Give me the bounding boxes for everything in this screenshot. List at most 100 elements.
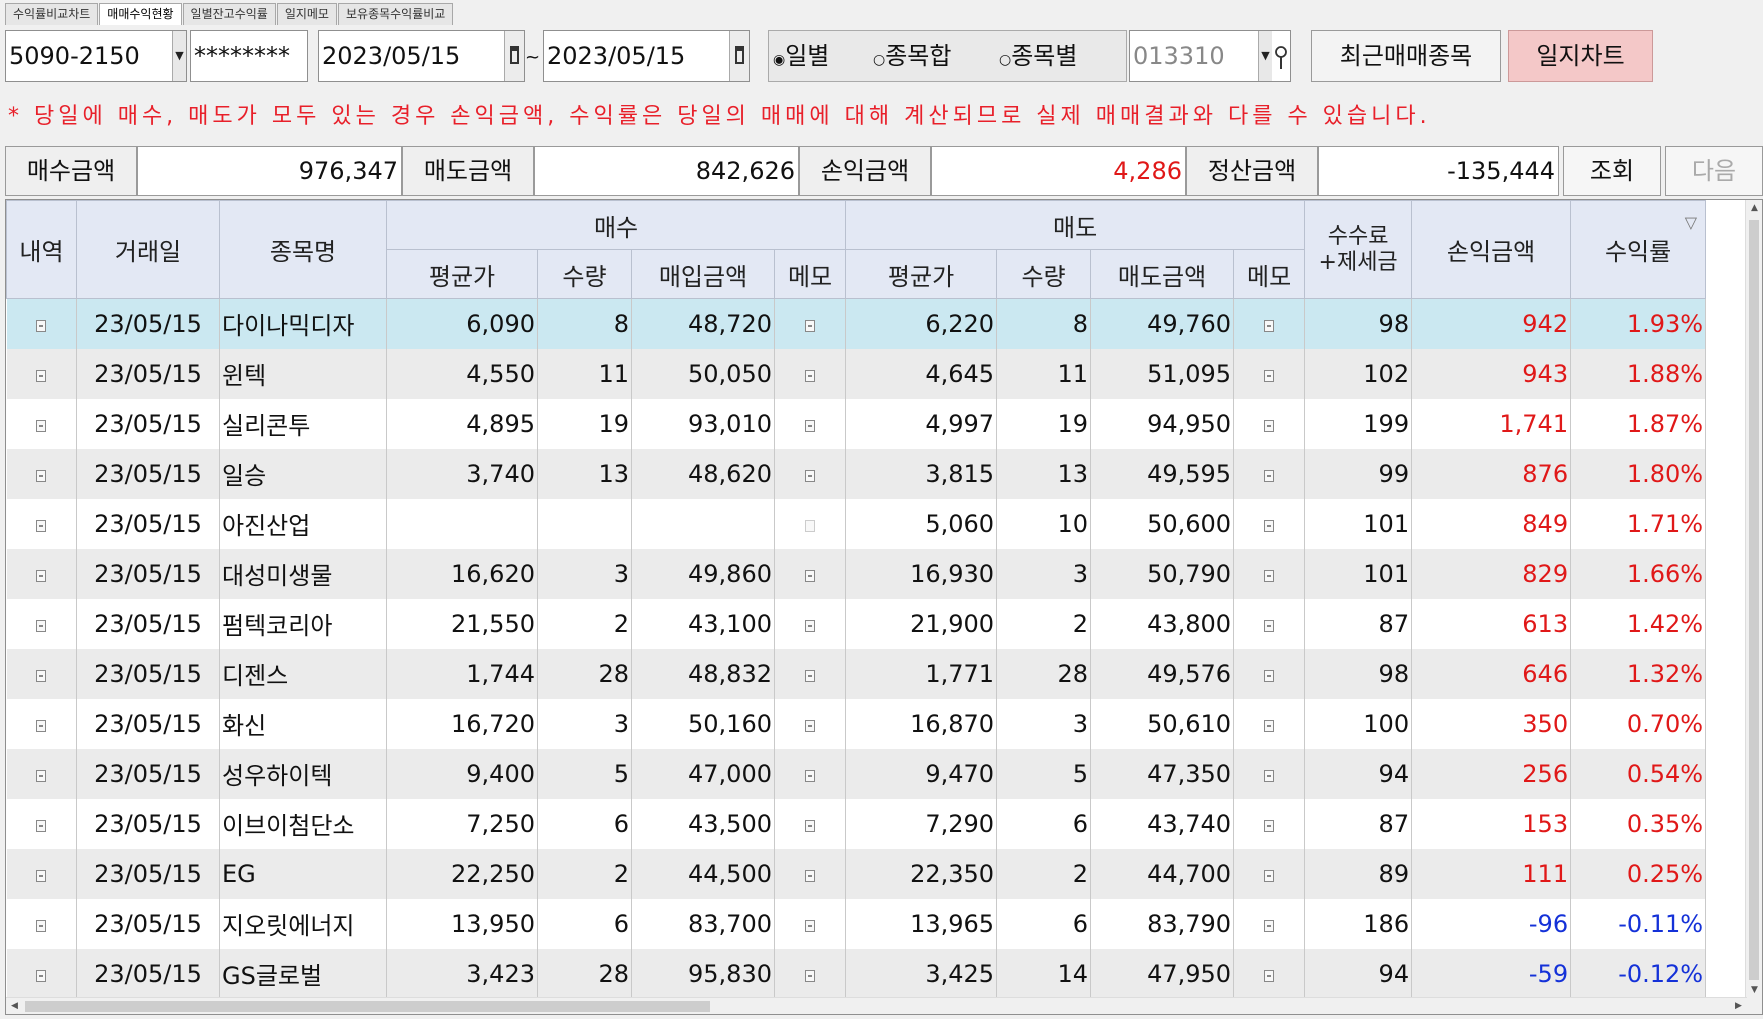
sell-memo-cell[interactable] [1233, 348, 1306, 399]
sell-memo-cell[interactable] [1233, 598, 1306, 649]
radio-by-stock[interactable]: ○종목별 [999, 31, 1077, 85]
detail-doc-cell[interactable] [6, 548, 77, 599]
sell-memo-cell[interactable] [1233, 848, 1306, 899]
sell-memo-icon[interactable] [1264, 319, 1275, 332]
detail-doc-icon[interactable] [36, 419, 47, 432]
buy-memo-icon[interactable] [805, 369, 816, 382]
buy-memo-icon[interactable] [805, 319, 816, 332]
buy-memo-icon[interactable] [805, 619, 816, 632]
detail-doc-cell[interactable] [6, 898, 77, 949]
sell-memo-cell[interactable] [1233, 298, 1306, 349]
buy-memo-cell[interactable] [774, 298, 847, 349]
col-header-pnl[interactable]: 손익금액 [1411, 200, 1572, 299]
sell-memo-icon[interactable] [1264, 669, 1275, 682]
col-header-name[interactable]: 종목명 [219, 200, 387, 299]
buy-memo-icon[interactable] [805, 669, 816, 682]
sell-memo-icon[interactable] [1264, 819, 1275, 832]
calendar-icon[interactable] [729, 31, 749, 81]
table-row[interactable]: 23/05/15 다이나믹디자 6,090 8 48,720 6,220 8 49,760 98… [6, 298, 1707, 349]
detail-doc-cell[interactable] [6, 448, 77, 499]
tab-trade-profit-status[interactable]: 매매수익현황 [99, 3, 182, 25]
detail-doc-cell[interactable] [6, 648, 77, 699]
horizontal-scrollbar[interactable]: ◀ ▶ [6, 997, 1747, 1014]
sell-memo-icon[interactable] [1264, 619, 1275, 632]
scroll-thumb[interactable] [25, 1001, 710, 1012]
buy-memo-cell[interactable] [774, 548, 847, 599]
buy-memo-icon[interactable] [805, 719, 816, 732]
buy-memo-cell[interactable] [774, 448, 847, 499]
detail-doc-icon[interactable] [36, 869, 47, 882]
sell-memo-icon[interactable] [1264, 469, 1275, 482]
next-button[interactable]: 다음 [1665, 146, 1763, 196]
buy-memo-cell[interactable] [774, 648, 847, 699]
date-to-input[interactable]: 2023/05/15 [543, 30, 750, 82]
sell-memo-icon[interactable] [1264, 969, 1275, 982]
table-row[interactable]: 23/05/15 화신 16,720 3 50,160 16,870 3 50,610 100 3… [6, 698, 1707, 749]
detail-doc-cell[interactable] [6, 748, 77, 799]
detail-doc-icon[interactable] [36, 719, 47, 732]
query-button[interactable]: 조회 [1563, 146, 1661, 196]
sell-memo-cell[interactable] [1233, 548, 1306, 599]
tab-daily-balance-return[interactable]: 일별잔고수익률 [182, 3, 276, 25]
table-row[interactable]: 23/05/15 펌텍코리아 21,550 2 43,100 21,900 2 43,800 8… [6, 598, 1707, 649]
chevron-down-icon[interactable]: ▼ [1258, 31, 1272, 81]
detail-doc-cell[interactable] [6, 848, 77, 899]
sell-memo-cell[interactable] [1233, 798, 1306, 849]
radio-stock-sum[interactable]: ○종목합 [873, 31, 951, 85]
table-row[interactable]: 23/05/15 디젠스 1,744 28 48,832 1,771 28 49,576 98 6… [6, 648, 1707, 699]
calendar-icon[interactable] [504, 31, 524, 81]
detail-doc-icon[interactable] [36, 619, 47, 632]
buy-memo-icon[interactable] [805, 419, 816, 432]
table-row[interactable]: 23/05/15 EG 22,250 2 44,500 22,350 2 44,700 89 11… [6, 848, 1707, 899]
sell-memo-icon[interactable] [1264, 769, 1275, 782]
sell-memo-icon[interactable] [1264, 419, 1275, 432]
scroll-thumb[interactable] [1749, 220, 1759, 980]
buy-memo-cell[interactable] [774, 398, 847, 449]
detail-doc-icon[interactable] [36, 669, 47, 682]
detail-doc-icon[interactable] [36, 519, 47, 532]
buy-memo-cell[interactable] [774, 898, 847, 949]
detail-doc-icon[interactable] [36, 569, 47, 582]
journal-chart-button[interactable]: 일지차트 [1508, 30, 1653, 82]
vertical-scrollbar[interactable]: ▲ ▼ [1745, 200, 1762, 1014]
buy-memo-cell[interactable] [774, 348, 847, 399]
buy-memo-cell[interactable] [774, 848, 847, 899]
buy-memo-icon[interactable] [805, 969, 816, 982]
sell-memo-cell[interactable] [1233, 448, 1306, 499]
buy-memo-icon[interactable] [805, 919, 816, 932]
tab-journal-memo[interactable]: 일지메모 [276, 3, 337, 25]
table-row[interactable]: 23/05/15 GS글로벌 3,423 28 95,830 3,425 14 47,950 9… [6, 948, 1707, 999]
buy-memo-cell[interactable] [774, 698, 847, 749]
buy-memo-icon[interactable] [805, 569, 816, 582]
detail-doc-icon[interactable] [36, 769, 47, 782]
col-header-buy-memo[interactable]: 메모 [773, 249, 847, 299]
sell-memo-icon[interactable] [1264, 519, 1275, 532]
detail-doc-icon[interactable] [36, 969, 47, 982]
detail-doc-icon[interactable] [36, 469, 47, 482]
col-header-sell-amount[interactable]: 매도금액 [1090, 249, 1235, 299]
detail-doc-cell[interactable] [6, 398, 77, 449]
table-row[interactable]: 23/05/15 성우하이텍 9,400 5 47,000 9,470 5 47,350 94 2… [6, 748, 1707, 799]
buy-memo-cell[interactable] [774, 948, 847, 999]
table-row[interactable]: 23/05/15 대성미생물 16,620 3 49,860 16,930 3 50,790 1… [6, 548, 1707, 599]
detail-doc-cell[interactable] [6, 698, 77, 749]
sell-memo-cell[interactable] [1233, 648, 1306, 699]
detail-doc-icon[interactable] [36, 819, 47, 832]
radio-daily[interactable]: ◉일별 [773, 31, 829, 85]
scroll-left-icon[interactable]: ◀ [6, 998, 23, 1014]
table-row[interactable]: 23/05/15 아진산업 5,060 10 50,600 101 849 1.71% [6, 498, 1707, 549]
sell-memo-cell[interactable] [1233, 948, 1306, 999]
col-header-detail[interactable]: 내역 [6, 200, 77, 299]
detail-doc-cell[interactable] [6, 948, 77, 999]
table-row[interactable]: 23/05/15 윈텍 4,550 11 50,050 4,645 11 51,095 102 9… [6, 348, 1707, 399]
tab-return-compare-chart[interactable]: 수익률비교차트 [5, 3, 99, 25]
buy-memo-icon[interactable] [805, 869, 816, 882]
buy-memo-icon[interactable] [805, 469, 816, 482]
col-header-fee[interactable]: 수수료 +제세금 [1304, 200, 1413, 299]
buy-memo-cell[interactable] [774, 748, 847, 799]
account-select[interactable]: 5090-2150 ▼ [5, 30, 187, 82]
scroll-right-icon[interactable]: ▶ [1730, 998, 1747, 1014]
detail-doc-cell[interactable] [6, 798, 77, 849]
col-header-sell-qty[interactable]: 수량 [996, 249, 1092, 299]
buy-memo-icon[interactable] [805, 769, 816, 782]
